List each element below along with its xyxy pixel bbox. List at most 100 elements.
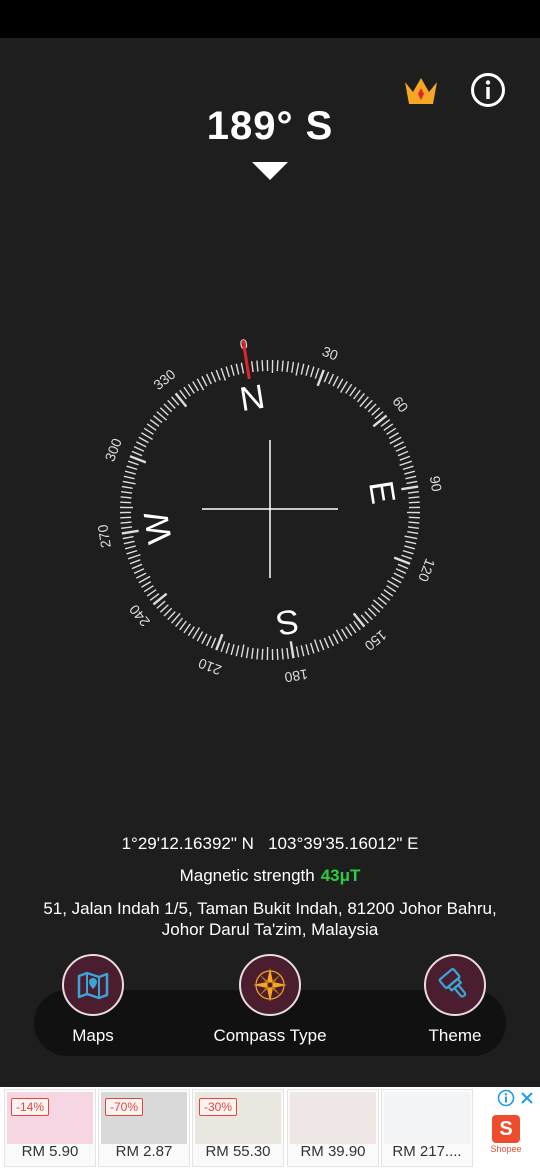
compass-tick <box>404 545 416 550</box>
compass-tick <box>389 436 402 445</box>
shopee-logo-icon[interactable]: S <box>492 1115 520 1143</box>
longitude: 103°39'35.16012" E <box>268 834 419 853</box>
compass-tick <box>149 419 160 427</box>
compass-tick <box>187 383 195 394</box>
compass-tick <box>256 360 259 372</box>
status-bar <box>0 0 540 38</box>
compass-tick <box>240 362 245 374</box>
maps-button[interactable]: Maps <box>13 954 173 1046</box>
compass-tick <box>127 553 141 560</box>
compass-tick <box>404 535 418 540</box>
compass-tick <box>408 521 420 524</box>
compass-tick <box>295 646 300 658</box>
compass-tick <box>364 399 373 409</box>
degree-label: 210 <box>196 655 224 678</box>
compass-tick <box>323 637 330 649</box>
compass-tick <box>405 475 417 480</box>
compass-rose-icon <box>253 968 287 1002</box>
compass-tick <box>286 647 289 659</box>
compass-tick <box>175 617 184 628</box>
ad-product-card[interactable]: -14% RM 5.90 <box>4 1089 96 1167</box>
compass-tick <box>163 607 173 617</box>
compass-tick <box>167 399 176 409</box>
ad-price: RM 2.87 <box>115 1143 173 1160</box>
compass-tick <box>201 633 208 644</box>
compass-tick <box>196 378 205 391</box>
compass-tick <box>126 549 138 555</box>
map-icon <box>77 971 109 1000</box>
compass-tick <box>300 645 305 657</box>
degree-label: 180 <box>283 666 309 685</box>
compass-tick <box>336 378 344 389</box>
ad-product-card[interactable]: RM 217.... <box>381 1089 473 1167</box>
compass-tick <box>129 455 147 464</box>
compass-tick <box>388 432 399 440</box>
cardinal-w: W <box>137 509 180 547</box>
compass-tick <box>240 644 245 658</box>
compass-tick <box>124 470 136 475</box>
compass-tick <box>167 611 176 621</box>
compass-tick <box>171 396 180 406</box>
address-line-1: 51, Jalan Indah 1/5, Taman Bukit Indah, … <box>43 899 497 918</box>
compass-tick <box>143 427 154 435</box>
paint-brush-icon <box>438 968 467 998</box>
compass-tick <box>245 647 249 659</box>
compass-tick <box>261 648 264 660</box>
compass-tick <box>291 361 295 373</box>
magnetic-label: Magnetic strength <box>179 866 315 885</box>
compass-tick <box>319 639 325 651</box>
compass-type-icon-circle[interactable] <box>239 954 301 1016</box>
compass-tick <box>141 580 152 588</box>
compass-tick <box>349 386 357 397</box>
magnetic-strength: Magnetic strength 43μT <box>0 866 540 886</box>
maps-icon-circle[interactable] <box>62 954 124 1016</box>
ad-close-icon[interactable] <box>519 1090 535 1106</box>
ad-price: RM 55.30 <box>205 1143 271 1160</box>
ad-product-image <box>384 1092 470 1144</box>
ad-info-icon[interactable] <box>497 1089 515 1107</box>
compass-tick <box>367 403 377 413</box>
compass-tick <box>408 501 420 504</box>
compass-tick <box>300 363 305 375</box>
compass-tick <box>230 644 235 656</box>
compass-tick <box>371 604 381 613</box>
compass-tick <box>149 593 160 601</box>
compass-tick <box>408 496 420 499</box>
compass-tick <box>136 572 147 579</box>
compass-tick <box>374 411 384 420</box>
compass-tick <box>225 366 231 378</box>
ad-product-card[interactable]: -30% RM 55.30 <box>192 1089 284 1167</box>
cardinal-s: S <box>274 601 302 642</box>
compass-tick <box>383 423 394 431</box>
compass-tick <box>152 592 168 606</box>
compass-tick <box>281 648 284 660</box>
compass-tick <box>174 392 188 408</box>
compass-tick <box>159 407 169 416</box>
compass-tick <box>316 369 325 387</box>
compass-tick <box>395 568 407 575</box>
ad-discount-badge: -14% <box>11 1098 50 1116</box>
compass-dial: 1802102402703003300306090120150 NESW <box>94 336 445 686</box>
compass-tick <box>183 623 191 634</box>
compass-tick <box>129 559 141 565</box>
crosshair <box>202 440 338 578</box>
compass-tick <box>183 386 191 397</box>
info-icon[interactable] <box>470 72 506 108</box>
ad-price: RM 5.90 <box>21 1143 79 1160</box>
compass-tick <box>179 620 187 631</box>
compass-tick <box>345 383 353 394</box>
compass-tick <box>225 642 231 654</box>
compass-tick <box>349 623 357 634</box>
compass-type-button[interactable]: Compass Type <box>190 954 350 1046</box>
theme-button[interactable]: Theme <box>375 954 535 1046</box>
compass-tick <box>235 363 240 375</box>
compass-tick <box>201 376 208 387</box>
theme-icon-circle[interactable] <box>424 954 486 1016</box>
compass-tick <box>364 611 373 621</box>
ad-product-card[interactable]: RM 39.90 <box>287 1089 379 1167</box>
compass-tick <box>146 589 157 597</box>
compass-tick <box>314 367 320 379</box>
crown-icon[interactable] <box>402 74 440 108</box>
address-line-2: Johor Darul Ta'zim, Malaysia <box>161 920 379 939</box>
ad-product-card[interactable]: -70% RM 2.87 <box>98 1089 190 1167</box>
